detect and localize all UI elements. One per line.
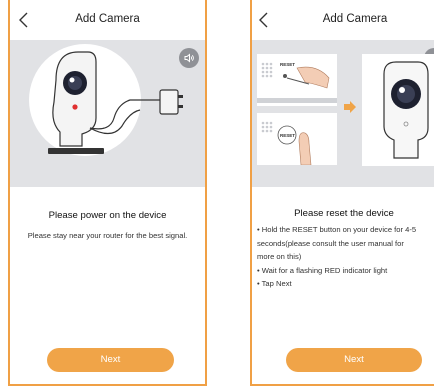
reset-pinhole-drawing: [257, 62, 337, 103]
finger-press-drawing: [261, 121, 312, 166]
camera-drawing: [383, 61, 429, 159]
instruction-line: • Hold the RESET button on your device f…: [257, 225, 417, 234]
power-on-screen: Add Camera Please power on the device Pl…: [8, 0, 207, 386]
reset-illustration: RESET RESET: [252, 40, 434, 187]
description: Please stay near your router for the bes…: [27, 231, 188, 240]
next-button[interactable]: Next: [47, 348, 174, 372]
instruction-line: seconds(please consult the user manual f…: [257, 238, 404, 248]
instruction-line: • Wait for a flashing RED indicator ligh…: [257, 265, 388, 275]
camera-power-drawing: [29, 44, 183, 156]
camera-card: [362, 54, 434, 166]
reset-card-top: RESET: [257, 54, 337, 106]
reset-card-bottom: RESET: [257, 113, 337, 166]
page-title: Add Camera: [75, 13, 140, 25]
reset-screen: Add Camera RESET RESET Please reset the …: [250, 0, 434, 386]
back-chevron-icon[interactable]: [256, 11, 274, 29]
next-button[interactable]: Next: [286, 348, 422, 372]
reset-button-label: RESET: [280, 133, 296, 138]
instruction-line: more on this): [257, 252, 302, 261]
page-title: Add Camera: [322, 13, 388, 25]
heading: Please reset the device: [294, 208, 394, 219]
heading: Please power on the device: [48, 210, 167, 221]
header: Add Camera: [252, 0, 434, 40]
instruction-line: • Tap Next: [257, 279, 292, 288]
arrow-right-icon: [344, 101, 356, 113]
power-on-illustration: [10, 40, 205, 187]
reset-label: RESET: [280, 62, 296, 67]
instruction-list: • Hold the RESET button on your device f…: [257, 223, 434, 291]
header: Add Camera: [10, 0, 205, 40]
